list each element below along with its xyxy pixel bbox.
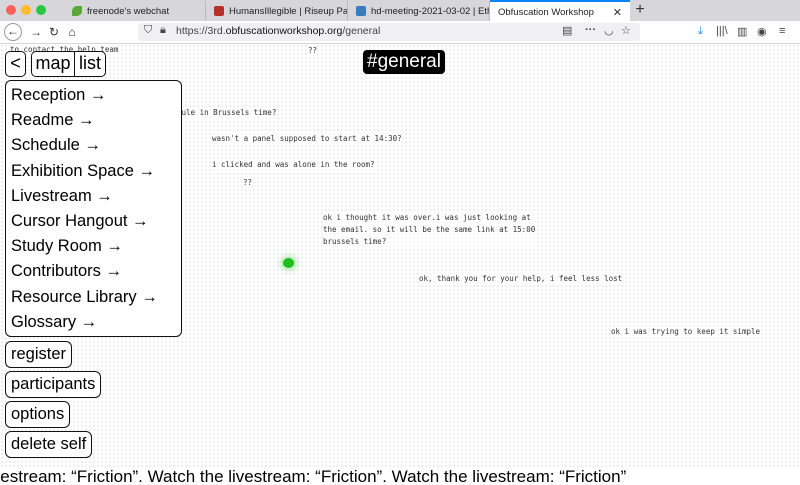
chat-message: wasn't a panel supposed to start at 14:3…: [212, 133, 402, 145]
menu-item-glossary[interactable]: Glossary →: [6, 310, 181, 335]
menu-item-reception[interactable]: Reception →: [6, 83, 181, 108]
browser-tab[interactable]: hd-meeting-2021-03-02 | Ethe: [348, 1, 490, 21]
lock-icon[interactable]: 🔒︎: [160, 24, 166, 37]
account-icon[interactable]: ◉: [757, 25, 767, 38]
zoom-window-button[interactable]: [36, 5, 46, 15]
channel-title: #general: [363, 50, 445, 74]
browser-tab[interactable]: freenode's webchat: [64, 1, 206, 21]
bookmark-star-icon[interactable]: ☆: [621, 24, 631, 37]
chat-message: ok, thank you for your help, i feel less…: [419, 273, 623, 285]
nav-bar: ← → ↻ ⌂ ⛉ 🔒︎ https://3rd.obfuscationwork…: [0, 21, 800, 44]
download-icon[interactable]: ⤓: [698, 25, 703, 38]
menu-item-resource-library[interactable]: Resource Library →: [6, 285, 181, 310]
browser-tab[interactable]: HumansIllegible | Riseup Pad: [206, 1, 348, 21]
navigation-menu: Reception → Readme → Schedule → Exhibiti…: [5, 80, 182, 337]
sidebar-icon[interactable]: ▥: [737, 25, 747, 38]
menu-item-contributors[interactable]: Contributors →: [6, 259, 181, 284]
options-button[interactable]: options: [5, 401, 71, 428]
chat-message: ??: [243, 177, 253, 189]
register-button[interactable]: register: [5, 341, 73, 368]
pocket-icon[interactable]: ◡: [604, 24, 614, 37]
livestream-ticker[interactable]: ivestream: “Friction”. Watch the livestr…: [0, 467, 800, 485]
url-bar[interactable]: ⛉ 🔒︎ https://3rd.obfuscationworkshop.org…: [138, 23, 640, 41]
page-actions-icon[interactable]: ···: [585, 24, 596, 36]
chat-message: ??: [308, 45, 318, 57]
ticker-text: ivestream: “Friction”. Watch the livestr…: [0, 467, 627, 485]
menu-item-study-room[interactable]: Study Room →: [6, 234, 181, 259]
chat-message: ok i thought it was over.i was just look…: [323, 212, 536, 248]
reader-view-icon[interactable]: ▤: [562, 24, 572, 37]
back-nav-button[interactable]: <: [5, 51, 26, 77]
library-icon[interactable]: |||\: [716, 25, 728, 37]
tab-bar: freenode's webchat HumansIllegible | Ris…: [0, 0, 800, 22]
menu-item-schedule[interactable]: Schedule →: [6, 133, 181, 158]
leaf-icon: [72, 6, 82, 16]
minimize-window-button[interactable]: [21, 5, 31, 15]
chat-message: i clicked and was alone in the room?: [212, 159, 375, 171]
close-tab-icon[interactable]: ✕: [613, 6, 622, 19]
url-text: https://3rd.obfuscationworkshop.org/gene…: [176, 25, 381, 37]
reload-button[interactable]: ↻: [45, 23, 63, 41]
delete-self-button[interactable]: delete self: [5, 431, 93, 458]
back-button[interactable]: ←: [4, 23, 22, 41]
view-toggle: map list: [31, 51, 106, 77]
browser-tab-active[interactable]: Obfuscation Workshop ✕: [490, 0, 630, 22]
forward-button[interactable]: →: [27, 23, 45, 41]
home-icon[interactable]: ⌂: [63, 23, 81, 41]
shield-icon[interactable]: ⛉: [144, 24, 152, 37]
riseup-icon: [214, 6, 224, 16]
new-tab-button[interactable]: +: [630, 0, 650, 21]
menu-item-livestream[interactable]: Livestream →: [6, 184, 181, 209]
close-window-button[interactable]: [6, 5, 16, 15]
user-cursor: [283, 258, 294, 268]
tab-map[interactable]: map: [32, 52, 75, 76]
menu-icon[interactable]: ≡: [779, 25, 785, 37]
chat-message: dule in Brussels time?: [177, 107, 277, 119]
participants-button[interactable]: participants: [5, 371, 102, 398]
menu-item-cursor-hangout[interactable]: Cursor Hangout →: [6, 209, 181, 234]
tab-list[interactable]: list: [75, 52, 105, 76]
page-content[interactable]: to contact the help team ?? dule in Brus…: [0, 44, 800, 485]
menu-item-exhibition-space[interactable]: Exhibition Space →: [6, 159, 181, 184]
menu-item-readme[interactable]: Readme →: [6, 108, 181, 133]
chat-message: ok i was trying to keep it simple: [611, 326, 761, 338]
etherpad-icon: [356, 6, 366, 16]
